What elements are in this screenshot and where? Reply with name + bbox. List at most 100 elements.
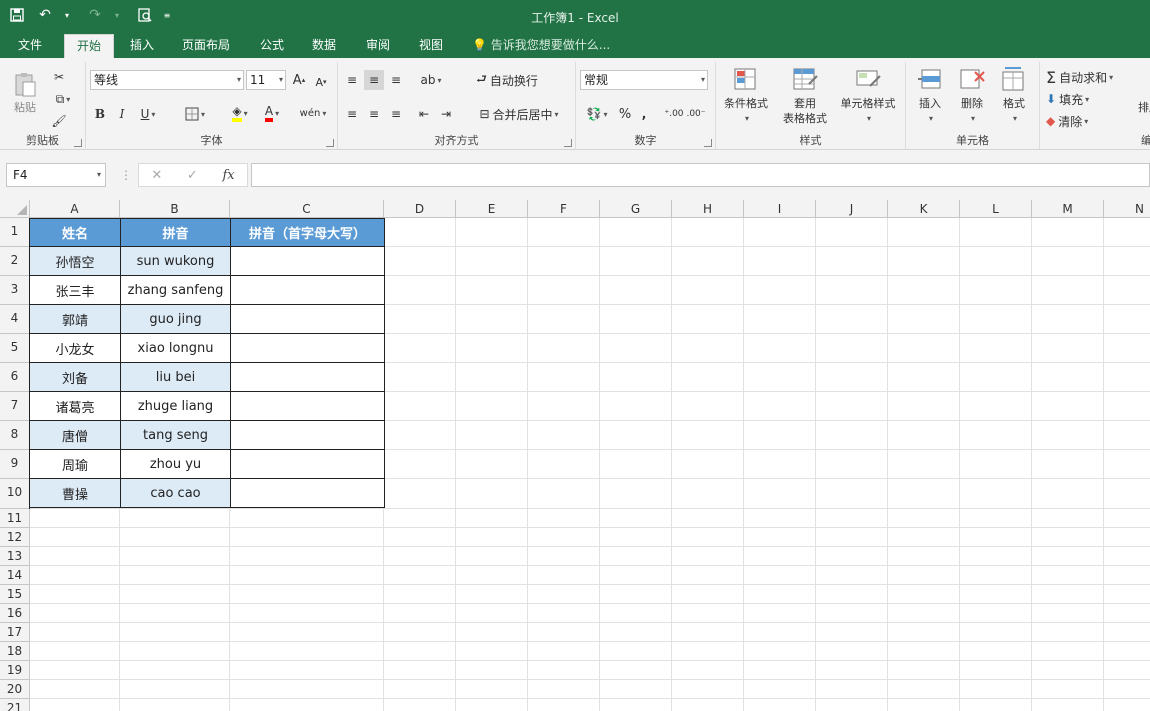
table-cell[interactable] xyxy=(231,421,385,450)
tab-insert[interactable]: 插入 xyxy=(118,32,166,58)
increase-indent-icon[interactable]: ⇥ xyxy=(436,104,456,124)
underline-button[interactable]: U ▾ xyxy=(136,104,160,124)
row-header-21[interactable]: 21 xyxy=(0,699,30,711)
column-header-m[interactable]: M xyxy=(1032,200,1104,218)
row-header-20[interactable]: 20 xyxy=(0,680,30,699)
column-header-n[interactable]: N xyxy=(1104,200,1150,218)
row-header-19[interactable]: 19 xyxy=(0,661,30,680)
table-cell[interactable] xyxy=(231,334,385,363)
format-as-table-button[interactable]: 套用 表格格式 xyxy=(774,64,836,128)
table-cell[interactable]: liu bei xyxy=(121,363,231,392)
formula-bar-grip-icon[interactable]: ⋮ xyxy=(120,168,132,182)
name-box[interactable]: F4 ▾ xyxy=(6,163,106,187)
table-cell[interactable] xyxy=(231,479,385,508)
table-cell[interactable]: 孙悟空 xyxy=(30,247,121,276)
select-all-button[interactable] xyxy=(0,200,30,218)
orientation-icon[interactable]: ab ▾ xyxy=(416,70,446,90)
align-middle-icon[interactable]: ≡ xyxy=(364,70,384,90)
table-cell[interactable]: 刘备 xyxy=(30,363,121,392)
phonetic-guide-button[interactable]: wén ▾ xyxy=(298,102,328,124)
percent-button[interactable]: % xyxy=(616,104,634,124)
column-header-g[interactable]: G xyxy=(600,200,672,218)
clear-button[interactable]: ◆ 清除 ▾ xyxy=(1046,112,1106,130)
column-header-a[interactable]: A xyxy=(30,200,120,218)
tab-page-layout[interactable]: 页面布局 xyxy=(170,32,242,58)
borders-button[interactable]: ▾ xyxy=(180,104,210,124)
formula-input[interactable] xyxy=(251,163,1150,187)
table-cell[interactable]: zhuge liang xyxy=(121,392,231,421)
align-left-icon[interactable]: ≡ xyxy=(342,104,362,124)
column-header-c[interactable]: C xyxy=(230,200,384,218)
merge-center-button[interactable]: ⊟ 合并后居中 ▾ xyxy=(470,104,568,124)
tell-me-box[interactable]: 💡 告诉我您想要做什么... xyxy=(472,32,610,58)
table-cell[interactable]: sun wukong xyxy=(121,247,231,276)
table-cell[interactable] xyxy=(231,392,385,421)
tab-review[interactable]: 审阅 xyxy=(354,32,402,58)
tab-data[interactable]: 数据 xyxy=(300,32,348,58)
copy-icon[interactable]: ⧉ ▾ xyxy=(48,90,78,108)
accounting-format-button[interactable]: 💱 ▾ xyxy=(580,104,614,124)
table-cell[interactable]: 小龙女 xyxy=(30,334,121,363)
row-header-10[interactable]: 10 xyxy=(0,479,30,509)
font-name-select[interactable]: 等线 ▾ xyxy=(90,70,244,90)
row-header-3[interactable]: 3 xyxy=(0,276,30,305)
italic-button[interactable]: I xyxy=(114,104,130,124)
row-header-9[interactable]: 9 xyxy=(0,450,30,479)
row-header-13[interactable]: 13 xyxy=(0,547,30,566)
row-header-11[interactable]: 11 xyxy=(0,509,30,528)
table-cell[interactable]: 周瑜 xyxy=(30,450,121,479)
clipboard-launcher-icon[interactable] xyxy=(74,139,82,147)
table-cell[interactable] xyxy=(231,247,385,276)
table-cell[interactable] xyxy=(231,450,385,479)
align-right-icon[interactable]: ≡ xyxy=(386,104,406,124)
decrease-indent-icon[interactable]: ⇤ xyxy=(414,104,434,124)
row-header-7[interactable]: 7 xyxy=(0,392,30,421)
alignment-launcher-icon[interactable] xyxy=(564,139,572,147)
insert-cells-button[interactable]: 插入 ▾ xyxy=(910,64,950,128)
tab-view[interactable]: 视图 xyxy=(407,32,455,58)
column-header-d[interactable]: D xyxy=(384,200,456,218)
autosum-button[interactable]: Σ 自动求和 ▾ xyxy=(1046,68,1134,87)
column-header-i[interactable]: I xyxy=(744,200,816,218)
fill-color-button[interactable]: ◈ ▾ xyxy=(224,102,256,124)
row-header-1[interactable]: 1 xyxy=(0,218,30,247)
paste-button[interactable]: 粘贴 xyxy=(8,64,42,120)
grow-font-button[interactable]: A ▴ xyxy=(290,70,308,90)
row-header-16[interactable]: 16 xyxy=(0,604,30,623)
cancel-icon[interactable]: ✕ xyxy=(151,168,162,183)
column-header-e[interactable]: E xyxy=(456,200,528,218)
table-cell[interactable]: xiao longnu xyxy=(121,334,231,363)
number-launcher-icon[interactable] xyxy=(704,139,712,147)
table-header-cell[interactable]: 拼音（首字母大写） xyxy=(231,218,385,247)
align-top-icon[interactable]: ≡ xyxy=(342,70,362,90)
increase-decimal-icon[interactable]: ⁺.00 xyxy=(664,104,684,124)
comma-button[interactable]: , xyxy=(636,104,652,124)
row-header-4[interactable]: 4 xyxy=(0,305,30,334)
column-header-k[interactable]: K xyxy=(888,200,960,218)
worksheet-grid[interactable]: A B C D E F G H I J K L M N 1 2 3 4 5 6 … xyxy=(0,200,1150,711)
table-cell[interactable]: zhou yu xyxy=(121,450,231,479)
column-header-f[interactable]: F xyxy=(528,200,600,218)
table-cell[interactable]: cao cao xyxy=(121,479,231,508)
row-header-14[interactable]: 14 xyxy=(0,566,30,585)
row-header-6[interactable]: 6 xyxy=(0,363,30,392)
table-cell[interactable]: tang seng xyxy=(121,421,231,450)
tab-file[interactable]: 文件 xyxy=(6,32,54,58)
table-cell[interactable]: zhang sanfeng xyxy=(121,276,231,305)
table-cell[interactable] xyxy=(231,305,385,334)
row-header-5[interactable]: 5 xyxy=(0,334,30,363)
insert-function-icon[interactable]: fx xyxy=(222,168,234,183)
cut-icon[interactable]: ✂ xyxy=(48,68,70,86)
format-cells-button[interactable]: 格式 ▾ xyxy=(994,64,1034,128)
column-header-h[interactable]: H xyxy=(672,200,744,218)
conditional-formatting-button[interactable]: 条件格式 ▾ xyxy=(718,64,774,128)
bold-button[interactable]: B xyxy=(92,104,108,124)
font-color-button[interactable]: A ▾ xyxy=(258,102,286,124)
row-header-15[interactable]: 15 xyxy=(0,585,30,604)
table-cell[interactable]: 唐僧 xyxy=(30,421,121,450)
table-header-cell[interactable]: 姓名 xyxy=(30,218,121,247)
fill-button[interactable]: ⬇ 填充 ▾ xyxy=(1046,90,1106,108)
table-cell[interactable] xyxy=(231,276,385,305)
wrap-text-button[interactable]: ⮐ 自动换行 xyxy=(470,70,544,90)
number-format-select[interactable]: 常规 ▾ xyxy=(580,70,708,90)
